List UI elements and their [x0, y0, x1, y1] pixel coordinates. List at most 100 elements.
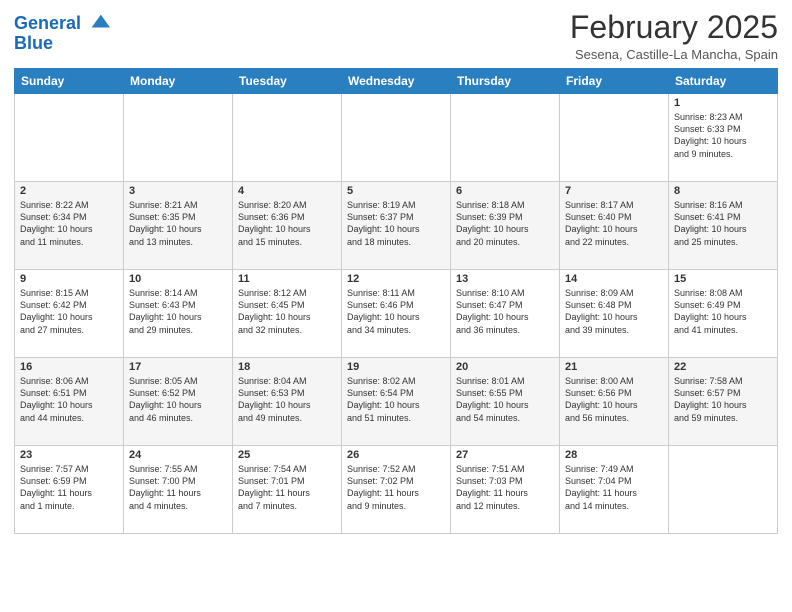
day-info: Sunrise: 8:20 AM Sunset: 6:36 PM Dayligh… [238, 199, 336, 248]
calendar-cell: 26 Sunrise: 7:52 AM Sunset: 7:02 PM Dayli… [342, 446, 451, 534]
day-number: 20 [456, 361, 554, 373]
calendar-cell: 21 Sunrise: 8:00 AM Sunset: 6:56 PM Dayli… [560, 358, 669, 446]
title-area: February 2025 Sesena, Castille-La Mancha… [570, 10, 778, 62]
logo-line2: Blue [14, 33, 53, 53]
calendar-cell: 27 Sunrise: 7:51 AM Sunset: 7:03 PM Dayli… [451, 446, 560, 534]
calendar-cell: 9Sunrise: 8:15 AM Sunset: 6:42 PM Daylig… [15, 270, 124, 358]
calendar-cell [124, 94, 233, 182]
day-number: 17 [129, 361, 227, 373]
calendar-cell [669, 446, 778, 534]
calendar-cell: 18 Sunrise: 8:04 AM Sunset: 6:53 PM Dayli… [233, 358, 342, 446]
day-number: 26 [347, 449, 445, 461]
day-number: 27 [456, 449, 554, 461]
day-number: 14 [565, 273, 663, 285]
weekday-header-wednesday: Wednesday [342, 69, 451, 94]
calendar-week-4: 16 Sunrise: 8:06 AM Sunset: 6:51 PM Dayli… [15, 358, 778, 446]
day-number: 6 [456, 185, 554, 197]
calendar-cell: 19 Sunrise: 8:02 AM Sunset: 6:54 PM Dayli… [342, 358, 451, 446]
header: General Blue February 2025 Sesena, Casti… [14, 10, 778, 62]
calendar-cell [342, 94, 451, 182]
day-info: Sunrise: 8:05 AM Sunset: 6:52 PM Dayligh… [129, 375, 227, 424]
calendar-week-2: 2 Sunrise: 8:22 AM Sunset: 6:34 PM Daylig… [15, 182, 778, 270]
day-number: 16 [20, 361, 118, 373]
day-info: Sunrise: 8:16 AM Sunset: 6:41 PM Dayligh… [674, 199, 772, 248]
calendar-cell: 20 Sunrise: 8:01 AM Sunset: 6:55 PM Dayli… [451, 358, 560, 446]
day-number: 23 [20, 449, 118, 461]
calendar-cell: 28Sunrise: 7:49 AM Sunset: 7:04 PM Dayli… [560, 446, 669, 534]
calendar-cell: 16 Sunrise: 8:06 AM Sunset: 6:51 PM Dayli… [15, 358, 124, 446]
calendar-header-row: SundayMondayTuesdayWednesdayThursdayFrid… [15, 69, 778, 94]
day-number: 24 [129, 449, 227, 461]
calendar-cell: 14 Sunrise: 8:09 AM Sunset: 6:48 PM Dayli… [560, 270, 669, 358]
logo-blue: Blue [14, 34, 110, 54]
calendar-week-5: 23Sunrise: 7:57 AM Sunset: 6:59 PM Dayli… [15, 446, 778, 534]
day-info: Sunrise: 8:00 AM Sunset: 6:56 PM Dayligh… [565, 375, 663, 424]
day-info: Sunrise: 8:22 AM Sunset: 6:34 PM Dayligh… [20, 199, 118, 248]
calendar-cell: 5 Sunrise: 8:19 AM Sunset: 6:37 PM Daylig… [342, 182, 451, 270]
day-info: Sunrise: 8:19 AM Sunset: 6:37 PM Dayligh… [347, 199, 445, 248]
day-number: 10 [129, 273, 227, 285]
day-info: Sunrise: 7:51 AM Sunset: 7:03 PM Dayligh… [456, 463, 554, 512]
calendar-cell: 23Sunrise: 7:57 AM Sunset: 6:59 PM Dayli… [15, 446, 124, 534]
weekday-header-friday: Friday [560, 69, 669, 94]
day-info: Sunrise: 8:01 AM Sunset: 6:55 PM Dayligh… [456, 375, 554, 424]
day-number: 18 [238, 361, 336, 373]
day-info: Sunrise: 8:09 AM Sunset: 6:48 PM Dayligh… [565, 287, 663, 336]
day-number: 15 [674, 273, 772, 285]
calendar-cell [233, 94, 342, 182]
day-info: Sunrise: 8:21 AM Sunset: 6:35 PM Dayligh… [129, 199, 227, 248]
day-info: Sunrise: 7:52 AM Sunset: 7:02 PM Dayligh… [347, 463, 445, 512]
day-number: 9 [20, 273, 118, 285]
calendar-cell: 6 Sunrise: 8:18 AM Sunset: 6:39 PM Daylig… [451, 182, 560, 270]
page: General Blue February 2025 Sesena, Casti… [0, 0, 792, 612]
month-title: February 2025 [570, 10, 778, 45]
calendar-cell: 13 Sunrise: 8:10 AM Sunset: 6:47 PM Dayli… [451, 270, 560, 358]
day-info: Sunrise: 8:02 AM Sunset: 6:54 PM Dayligh… [347, 375, 445, 424]
day-number: 13 [456, 273, 554, 285]
day-info: Sunrise: 8:17 AM Sunset: 6:40 PM Dayligh… [565, 199, 663, 248]
weekday-header-saturday: Saturday [669, 69, 778, 94]
calendar-cell: 11Sunrise: 8:12 AM Sunset: 6:45 PM Dayli… [233, 270, 342, 358]
day-info: Sunrise: 8:04 AM Sunset: 6:53 PM Dayligh… [238, 375, 336, 424]
calendar-cell: 3Sunrise: 8:21 AM Sunset: 6:35 PM Daylig… [124, 182, 233, 270]
calendar-cell: 1 Sunrise: 8:23 AM Sunset: 6:33 PM Daylig… [669, 94, 778, 182]
day-number: 1 [674, 97, 772, 109]
calendar-week-1: 1 Sunrise: 8:23 AM Sunset: 6:33 PM Daylig… [15, 94, 778, 182]
day-number: 11 [238, 273, 336, 285]
weekday-header-sunday: Sunday [15, 69, 124, 94]
day-number: 4 [238, 185, 336, 197]
calendar-week-3: 9Sunrise: 8:15 AM Sunset: 6:42 PM Daylig… [15, 270, 778, 358]
day-number: 22 [674, 361, 772, 373]
calendar-cell [15, 94, 124, 182]
day-info: Sunrise: 8:11 AM Sunset: 6:46 PM Dayligh… [347, 287, 445, 336]
logo: General Blue [14, 14, 110, 54]
calendar-cell: 12Sunrise: 8:11 AM Sunset: 6:46 PM Dayli… [342, 270, 451, 358]
day-number: 5 [347, 185, 445, 197]
day-info: Sunrise: 7:58 AM Sunset: 6:57 PM Dayligh… [674, 375, 772, 424]
day-number: 7 [565, 185, 663, 197]
calendar-cell: 25Sunrise: 7:54 AM Sunset: 7:01 PM Dayli… [233, 446, 342, 534]
day-info: Sunrise: 7:55 AM Sunset: 7:00 PM Dayligh… [129, 463, 227, 512]
day-info: Sunrise: 8:08 AM Sunset: 6:49 PM Dayligh… [674, 287, 772, 336]
calendar-cell: 22 Sunrise: 7:58 AM Sunset: 6:57 PM Dayli… [669, 358, 778, 446]
calendar-cell: 7 Sunrise: 8:17 AM Sunset: 6:40 PM Daylig… [560, 182, 669, 270]
calendar-table: SundayMondayTuesdayWednesdayThursdayFrid… [14, 68, 778, 534]
logo-icon [88, 11, 110, 33]
day-info: Sunrise: 8:06 AM Sunset: 6:51 PM Dayligh… [20, 375, 118, 424]
logo-line1: General [14, 13, 81, 33]
calendar-cell: 2 Sunrise: 8:22 AM Sunset: 6:34 PM Daylig… [15, 182, 124, 270]
day-info: Sunrise: 8:14 AM Sunset: 6:43 PM Dayligh… [129, 287, 227, 336]
day-info: Sunrise: 8:23 AM Sunset: 6:33 PM Dayligh… [674, 111, 772, 160]
day-info: Sunrise: 7:49 AM Sunset: 7:04 PM Dayligh… [565, 463, 663, 512]
weekday-header-tuesday: Tuesday [233, 69, 342, 94]
day-number: 21 [565, 361, 663, 373]
calendar-cell: 8Sunrise: 8:16 AM Sunset: 6:41 PM Daylig… [669, 182, 778, 270]
logo-text: General [14, 14, 110, 34]
day-info: Sunrise: 8:10 AM Sunset: 6:47 PM Dayligh… [456, 287, 554, 336]
weekday-header-monday: Monday [124, 69, 233, 94]
day-number: 19 [347, 361, 445, 373]
day-info: Sunrise: 8:18 AM Sunset: 6:39 PM Dayligh… [456, 199, 554, 248]
day-number: 2 [20, 185, 118, 197]
calendar-cell: 15 Sunrise: 8:08 AM Sunset: 6:49 PM Dayli… [669, 270, 778, 358]
calendar-cell: 10 Sunrise: 8:14 AM Sunset: 6:43 PM Dayli… [124, 270, 233, 358]
